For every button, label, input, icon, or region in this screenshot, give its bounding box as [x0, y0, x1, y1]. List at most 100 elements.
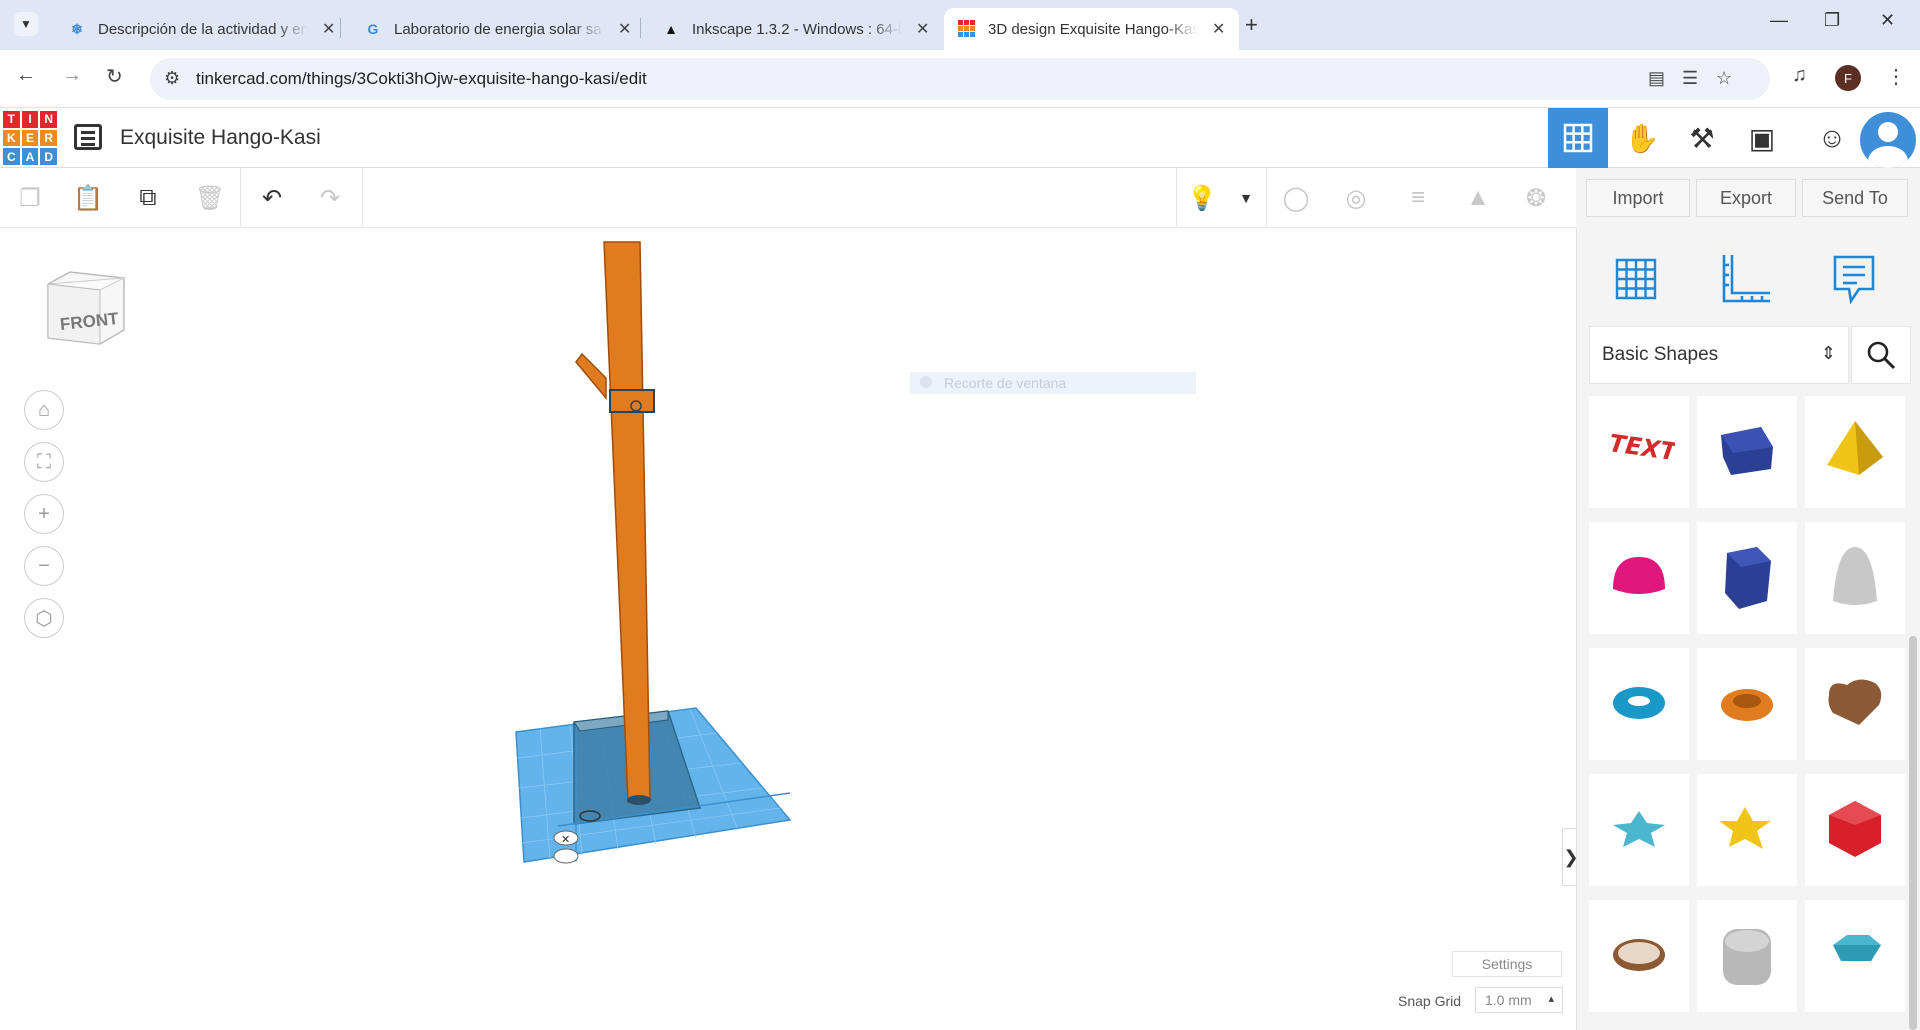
- search-icon: [1867, 341, 1896, 370]
- logo-letter: T: [3, 111, 20, 128]
- tab-title: Inkscape 1.3.2 - Windows : 64-b: [692, 20, 902, 38]
- notes-lightbulb-icon[interactable]: 💡: [1184, 180, 1220, 216]
- design-menu-icon[interactable]: [74, 124, 102, 150]
- toolbar-divider: [1266, 168, 1267, 228]
- zoom-out-icon[interactable]: −: [24, 546, 64, 586]
- box-shape-tile[interactable]: [1697, 396, 1797, 508]
- tinkercad-logo[interactable]: TIN KER CAD: [3, 111, 57, 165]
- close-tab-icon[interactable]: ✕: [618, 19, 631, 39]
- undo-icon[interactable]: ↶: [254, 180, 290, 216]
- logo-letter: R: [40, 129, 57, 147]
- tube-shape-tile[interactable]: [1697, 648, 1797, 760]
- workplane-tool[interactable]: [1603, 246, 1669, 312]
- cruise-magnet-icon[interactable]: ❂: [1518, 180, 1554, 216]
- shape-library-select[interactable]: Basic Shapes: [1589, 326, 1849, 384]
- notes-tool[interactable]: [1821, 246, 1887, 312]
- install-app-icon[interactable]: ▤: [1648, 68, 1665, 89]
- profile-avatar[interactable]: F: [1835, 65, 1861, 91]
- delete-icon[interactable]: 🗑: [192, 180, 228, 216]
- search-shapes-button[interactable]: [1851, 326, 1911, 384]
- tab-search-chevron-icon[interactable]: ▼: [14, 12, 38, 36]
- home-view-icon[interactable]: ⌂: [24, 390, 64, 430]
- settings-button[interactable]: Settings: [1452, 951, 1562, 977]
- bookmark-star-icon[interactable]: ☆: [1716, 68, 1732, 89]
- polygon-shape-tile[interactable]: [1697, 522, 1797, 634]
- fit-view-icon[interactable]: ⛶: [24, 442, 64, 482]
- text-shape-tile[interactable]: TEXT: [1589, 396, 1689, 508]
- rounded-cube-shape-tile[interactable]: [1697, 900, 1797, 1012]
- redo-icon[interactable]: ↷: [312, 180, 348, 216]
- browser-menu-icon[interactable]: ⋮: [1886, 64, 1906, 89]
- heart-shape-icon: [1828, 679, 1882, 725]
- snap-grid-select[interactable]: 1.0 mm: [1475, 987, 1563, 1013]
- browser-tab-2[interactable]: G Laboratorio de energia solar sa ✕: [350, 8, 645, 50]
- icosahedron-shape-tile[interactable]: [1805, 774, 1905, 886]
- close-tab-icon[interactable]: ✕: [916, 19, 929, 39]
- copy-icon[interactable]: ❐: [12, 180, 48, 216]
- send-to-button[interactable]: Send To: [1802, 179, 1908, 217]
- gem-shape-icon: [1833, 935, 1881, 961]
- site-info-icon[interactable]: ⚙: [164, 68, 180, 89]
- minimize-icon[interactable]: —: [1770, 10, 1788, 31]
- 3d-viewport[interactable]: FRONT ⌂ ⛶ + − ⬡ Recorte de ventana ✕ ❯ S…: [0, 228, 1580, 1030]
- translate-icon[interactable]: ☰: [1682, 68, 1698, 89]
- mirror-icon[interactable]: ▲: [1460, 180, 1496, 216]
- export-button[interactable]: Export: [1696, 179, 1796, 217]
- align-icon[interactable]: ≡: [1400, 180, 1436, 216]
- half-sphere-shape-tile[interactable]: [1589, 522, 1689, 634]
- reload-icon[interactable]: ↻: [106, 64, 123, 89]
- restore-icon[interactable]: ❐: [1824, 10, 1840, 31]
- browser-tab-3[interactable]: ▲ Inkscape 1.3.2 - Windows : 64-b ✕: [648, 8, 943, 50]
- new-tab-icon[interactable]: +: [1245, 12, 1258, 38]
- heart-shape-tile[interactable]: [1805, 648, 1905, 760]
- sim-lab-button[interactable]: ✋: [1612, 108, 1672, 168]
- back-icon[interactable]: ←: [16, 64, 36, 87]
- workplane-scene[interactable]: ✕: [500, 228, 820, 908]
- design-title[interactable]: Exquisite Hango-Kasi: [120, 126, 321, 150]
- ruler-tool[interactable]: [1713, 246, 1779, 312]
- paste-icon[interactable]: 📋: [70, 180, 106, 216]
- invite-user-button[interactable]: ☺: [1802, 108, 1862, 168]
- browser-tab-4-active[interactable]: 3D design Exquisite Hango-Kas ✕: [944, 8, 1240, 50]
- notes-dropdown-icon[interactable]: ▼: [1228, 180, 1264, 216]
- browser-tab-1[interactable]: ❄ Descripción de la actividad y en ✕: [54, 8, 349, 50]
- import-export-bar: Import Export Send To: [1576, 168, 1920, 228]
- logo-letter: C: [3, 148, 20, 165]
- hand-icon: ✋: [1624, 122, 1660, 154]
- pyramid-shape-tile[interactable]: [1805, 396, 1905, 508]
- grid-icon: [1563, 123, 1593, 153]
- close-tab-icon[interactable]: ✕: [322, 19, 335, 39]
- star-yellow-shape-tile[interactable]: [1697, 774, 1797, 886]
- logo-letter: K: [3, 129, 20, 147]
- logo-letter: E: [21, 129, 39, 147]
- bricks-button[interactable]: ▣: [1732, 108, 1792, 168]
- media-control-icon[interactable]: ♫: [1792, 64, 1807, 87]
- import-button[interactable]: Import: [1586, 179, 1690, 217]
- codeblocks-button[interactable]: ⚒: [1672, 108, 1732, 168]
- hole-shape-icon[interactable]: ◎: [1338, 180, 1374, 216]
- ring-shape-tile[interactable]: [1589, 900, 1689, 1012]
- zoom-in-icon[interactable]: +: [24, 494, 64, 534]
- half-sphere-shape-icon: [1613, 557, 1665, 594]
- snowflake-icon: ❄: [71, 20, 83, 37]
- paraboloid-shape-tile[interactable]: [1805, 522, 1905, 634]
- star-shape-tile[interactable]: [1589, 774, 1689, 886]
- duplicate-icon[interactable]: ⧉: [130, 180, 166, 216]
- url-text: tinkercad.com/things/3Cokti3hOjw-exquisi…: [196, 69, 647, 88]
- close-tab-icon[interactable]: ✕: [1212, 19, 1225, 39]
- gem-shape-tile[interactable]: [1805, 900, 1905, 1012]
- logo-letter: N: [40, 111, 57, 128]
- shapes-panel: Basic Shapes TEXT: [1576, 228, 1920, 1030]
- tab-separator: [640, 18, 641, 38]
- torus-shape-tile[interactable]: [1589, 648, 1689, 760]
- 3d-design-view-button[interactable]: [1548, 108, 1608, 168]
- tab-title: Descripción de la actividad y en: [98, 20, 308, 38]
- close-window-icon[interactable]: ✕: [1880, 10, 1895, 31]
- perspective-toggle-icon[interactable]: ⬡: [24, 598, 64, 638]
- solid-shape-icon[interactable]: ◯: [1278, 180, 1314, 216]
- panel-scrollbar[interactable]: [1909, 636, 1917, 1030]
- forward-icon[interactable]: →: [62, 64, 82, 87]
- url-bar[interactable]: ⚙ tinkercad.com/things/3Cokti3hOjw-exqui…: [150, 58, 1770, 100]
- browser-tab-strip: ▼ ❄ Descripción de la actividad y en ✕ G…: [0, 0, 1920, 50]
- user-avatar[interactable]: [1860, 112, 1916, 168]
